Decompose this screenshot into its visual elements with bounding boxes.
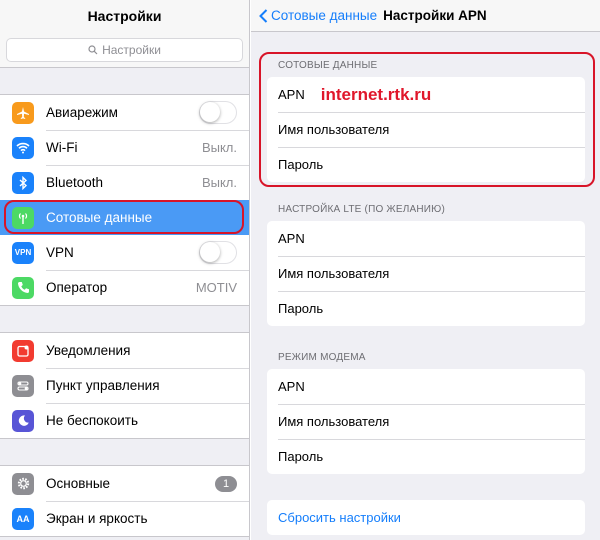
back-button-label: Сотовые данные: [271, 8, 378, 23]
reset-settings-button[interactable]: Сбросить настройки: [267, 500, 585, 535]
sidebar-item-label: Авиарежим: [46, 105, 118, 120]
sidebar-item-display-brightness[interactable]: AA Экран и яркость: [0, 501, 249, 536]
lte-apn-field[interactable]: APN: [267, 221, 585, 256]
modem-password-field[interactable]: Пароль: [267, 439, 585, 474]
update-badge: 1: [215, 475, 237, 492]
gear-icon: [12, 472, 34, 495]
search-input[interactable]: Настройки: [6, 38, 243, 62]
airplane-icon: [12, 101, 34, 124]
detail-nav-bar: Сотовые данные Настройки APN: [251, 0, 600, 32]
control-center-icon: [12, 374, 34, 397]
lte-username-field[interactable]: Имя пользователя: [267, 256, 585, 291]
moon-icon: [12, 409, 34, 432]
sidebar-item-label: Bluetooth: [46, 175, 104, 190]
back-button[interactable]: Сотовые данные: [259, 8, 377, 23]
sidebar-title: Настройки: [87, 8, 162, 24]
sidebar-item-notifications[interactable]: Уведомления: [0, 333, 249, 368]
highlight-box-apn-section: [259, 52, 595, 187]
bluetooth-icon: [12, 171, 34, 194]
apn-label: APN: [278, 379, 305, 394]
page-title: Настройки APN: [383, 8, 487, 23]
search-placeholder: Настройки: [102, 43, 161, 57]
sidebar-item-label: Не беспокоить: [46, 413, 138, 428]
phone-icon: [12, 276, 34, 299]
vpn-toggle[interactable]: [199, 241, 237, 264]
notifications-icon: [12, 339, 34, 362]
modem-username-field[interactable]: Имя пользователя: [267, 404, 585, 439]
sidebar-item-label: Оператор: [46, 280, 108, 295]
airplane-mode-toggle[interactable]: [199, 101, 237, 124]
sidebar-item-label: Экран и яркость: [46, 511, 148, 526]
section-header-modem-mode: РЕЖИМ МОДЕМА: [278, 352, 366, 363]
highlight-box-cellular-data: [4, 200, 244, 234]
password-label: Пароль: [278, 449, 324, 464]
sidebar-nav-bar: Настройки: [0, 0, 249, 32]
settings-sidebar: Настройки Настройки Авиарежим Wi-Fi Выкл…: [0, 0, 250, 540]
vpn-icon: VPN: [12, 241, 34, 264]
apn-label: APN: [278, 231, 305, 246]
sidebar-item-label: Основные: [46, 476, 111, 491]
sidebar-item-control-center[interactable]: Пункт управления: [0, 368, 249, 403]
wifi-icon: [12, 136, 34, 159]
sidebar-item-label: Пункт управления: [46, 378, 160, 393]
settings-group-notifications: Уведомления Пункт управления Не беспокои…: [0, 332, 249, 439]
lte-settings-card: APN Имя пользователя Пароль: [267, 221, 585, 326]
sidebar-item-wifi[interactable]: Wi-Fi Выкл.: [0, 130, 249, 165]
sidebar-item-label: Уведомления: [46, 343, 131, 358]
sidebar-item-carrier[interactable]: Оператор MOTIV: [0, 270, 249, 305]
sidebar-item-bluetooth[interactable]: Bluetooth Выкл.: [0, 165, 249, 200]
sidebar-item-do-not-disturb[interactable]: Не беспокоить: [0, 403, 249, 438]
modem-apn-field[interactable]: APN: [267, 369, 585, 404]
lte-password-field[interactable]: Пароль: [267, 291, 585, 326]
sidebar-item-label: Wi-Fi: [46, 140, 78, 155]
sidebar-item-general[interactable]: Основные 1: [0, 466, 249, 501]
username-label: Имя пользователя: [278, 266, 390, 281]
sidebar-item-airplane-mode[interactable]: Авиарежим: [0, 95, 249, 130]
reset-card: Сбросить настройки: [267, 500, 585, 535]
carrier-value: MOTIV: [195, 280, 237, 295]
section-header-lte: НАСТРОЙКА LTE (ПО ЖЕЛАНИЮ): [278, 204, 445, 215]
sidebar-item-label: VPN: [46, 245, 74, 260]
bluetooth-status-value: Выкл.: [201, 175, 237, 190]
password-label: Пароль: [278, 301, 324, 316]
username-label: Имя пользователя: [278, 414, 390, 429]
modem-mode-card: APN Имя пользователя Пароль: [267, 369, 585, 474]
wifi-status-value: Выкл.: [201, 140, 237, 155]
search-icon: [88, 45, 98, 55]
display-brightness-icon: AA: [12, 507, 34, 530]
chevron-left-icon: [259, 8, 268, 23]
sidebar-item-vpn[interactable]: VPN VPN: [0, 235, 249, 270]
settings-group-general: Основные 1 AA Экран и яркость: [0, 465, 249, 537]
search-bar-container: Настройки: [0, 32, 249, 68]
